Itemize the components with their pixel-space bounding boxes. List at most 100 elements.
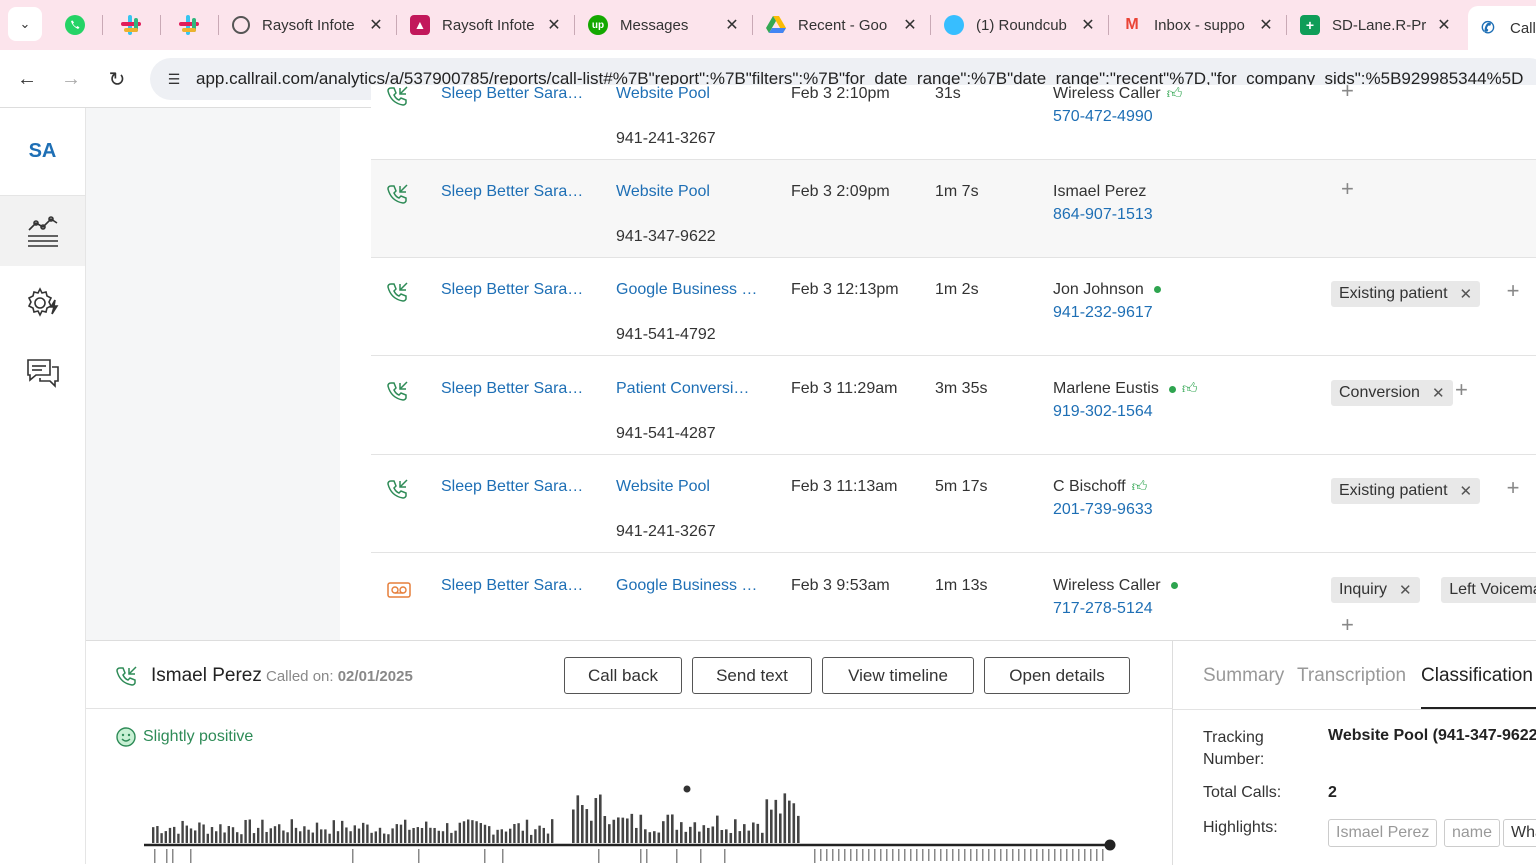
add-tag-button[interactable]: +: [1341, 176, 1354, 202]
add-tag-button[interactable]: +: [1341, 612, 1354, 638]
waveform-bar: [747, 830, 751, 843]
send-text-button[interactable]: Send text: [692, 657, 812, 694]
browser-tab[interactable]: + SD-Lane.R-Pr ✕: [1290, 6, 1458, 44]
open-details-button[interactable]: Open details: [984, 657, 1130, 694]
add-tag-button[interactable]: +: [1455, 377, 1468, 403]
waveform-bar: [689, 826, 692, 843]
company-link[interactable]: Sleep Better Sara…: [441, 478, 583, 496]
site-settings-icon[interactable]: ☰: [162, 67, 186, 91]
call-row[interactable]: Sleep Better Sara… Website Pool 941-347-96…: [371, 160, 1536, 258]
browser-tab-active[interactable]: ✆ Call: [1468, 6, 1536, 50]
close-tab-icon[interactable]: ✕: [544, 15, 564, 35]
add-tag-button[interactable]: +: [1341, 85, 1354, 104]
call-back-button[interactable]: Call back: [564, 657, 682, 694]
speaker-segment: [916, 849, 918, 861]
caller-phone-link[interactable]: 919-302-1564: [1053, 403, 1153, 421]
sidebar-item-messages[interactable]: [0, 338, 85, 408]
close-tab-icon[interactable]: ✕: [722, 15, 742, 35]
back-button[interactable]: ←: [10, 62, 44, 96]
company-link[interactable]: Sleep Better Sara…: [441, 577, 583, 595]
highlight-chip[interactable]: name: [1444, 819, 1501, 847]
tab-summary[interactable]: Summary: [1203, 665, 1284, 687]
browser-tab[interactable]: Raysoft Infote ✕: [222, 6, 390, 44]
sidebar-item-settings[interactable]: [0, 268, 85, 338]
browser-tab[interactable]: (1) Roundcub ✕: [934, 6, 1102, 44]
browser-tab-bar: ⌄ Raysoft Infote ✕ ▲ Raysoft Infote ✕ up…: [0, 0, 1536, 50]
speaker-segment: [676, 849, 678, 863]
remove-tag-icon[interactable]: ✕: [1399, 581, 1412, 599]
close-tab-icon[interactable]: ✕: [366, 15, 386, 35]
source-link[interactable]: Website Pool: [616, 183, 710, 201]
source-link[interactable]: Patient Conversi…: [616, 380, 749, 398]
speaker-segment: [418, 849, 420, 863]
remove-tag-icon[interactable]: ✕: [1460, 285, 1473, 303]
browser-tab[interactable]: M Inbox - suppo ✕: [1112, 6, 1280, 44]
tab-search-button[interactable]: ⌄: [8, 7, 42, 41]
add-tag-button[interactable]: +: [1507, 475, 1520, 501]
speaker-segment: [154, 849, 156, 863]
forward-button[interactable]: →: [54, 62, 88, 96]
call-row[interactable]: Sleep Better Sara… Patient Conversi… 941-5…: [371, 357, 1536, 455]
thumbs-up-icon: 👍︎: [1131, 478, 1148, 495]
waveform-bar: [657, 832, 661, 843]
caller-phone-link[interactable]: 941-232-9617: [1053, 304, 1153, 322]
highlight-chip[interactable]: Ismael Perez: [1328, 819, 1438, 847]
waveform-bar: [496, 829, 499, 843]
view-timeline-button[interactable]: View timeline: [822, 657, 974, 694]
source-link[interactable]: Website Pool: [616, 85, 710, 103]
account-logo[interactable]: SA: [0, 108, 85, 196]
speaker-segment: [1054, 849, 1056, 861]
company-link[interactable]: Sleep Better Sara…: [441, 183, 583, 201]
waveform-bar: [244, 819, 247, 843]
waveform-bar: [617, 817, 620, 843]
call-row[interactable]: Sleep Better Sara… Website Pool 941-241-32…: [371, 455, 1536, 553]
caller-phone-link[interactable]: 717-278-5124: [1053, 600, 1153, 618]
caller-phone-link[interactable]: 201-739-9633: [1053, 501, 1153, 519]
sidebar-item-analytics[interactable]: [0, 196, 85, 266]
waveform-bar: [743, 824, 746, 843]
company-link[interactable]: Sleep Better Sara…: [441, 281, 583, 299]
status-dot: [1170, 582, 1178, 590]
waveform-bar: [684, 831, 688, 843]
close-tab-icon[interactable]: ✕: [1434, 15, 1454, 35]
browser-tab[interactable]: Recent - Goo ✕: [756, 6, 924, 44]
close-tab-icon[interactable]: ✕: [1256, 15, 1276, 35]
callrail-icon: ✆: [1481, 20, 1495, 37]
pinned-tab-whatsapp[interactable]: [60, 10, 90, 40]
speaker-segment: [484, 849, 486, 863]
company-link[interactable]: Sleep Better Sara…: [441, 380, 583, 398]
smiley-icon: [116, 727, 136, 747]
call-row[interactable]: Sleep Better Sara… Google Business … 941-5…: [371, 258, 1536, 356]
call-row[interactable]: Sleep Better Sara… Website Pool 941-241-32…: [371, 85, 1536, 160]
tab-transcription[interactable]: Transcription: [1297, 665, 1406, 687]
company-link[interactable]: Sleep Better Sara…: [441, 85, 583, 103]
caller-name: Wireless Caller: [1053, 577, 1178, 595]
call-row[interactable]: Sleep Better Sara… Google Business … Feb 3…: [371, 554, 1536, 640]
close-tab-icon[interactable]: ✕: [900, 15, 920, 35]
slack-icon: [121, 15, 141, 35]
waveform-bar: [698, 831, 701, 843]
audio-waveform[interactable]: [144, 781, 1119, 865]
highlight-chip[interactable]: Wha: [1503, 819, 1536, 847]
source-link[interactable]: Website Pool: [616, 478, 710, 496]
remove-tag-icon[interactable]: ✕: [1432, 384, 1445, 402]
caller-phone-link[interactable]: 570-472-4990: [1053, 108, 1153, 126]
source-link[interactable]: Google Business …: [616, 281, 757, 299]
reload-button[interactable]: ↻: [100, 62, 134, 96]
inbound-call-icon: [387, 479, 408, 499]
caller-phone-link[interactable]: 864-907-1513: [1053, 206, 1153, 224]
speaker-segment: [940, 849, 942, 861]
tab-classification[interactable]: Classification: [1421, 665, 1533, 687]
browser-tab[interactable]: ▲ Raysoft Infote ✕: [400, 6, 568, 44]
remove-tag-icon[interactable]: ✕: [1460, 482, 1473, 500]
pinned-tab-slack-2[interactable]: [174, 10, 204, 40]
source-link[interactable]: Google Business …: [616, 577, 757, 595]
pinned-tab-slack-1[interactable]: [116, 10, 146, 40]
waveform-bar: [395, 824, 398, 843]
add-tag-button[interactable]: +: [1507, 278, 1520, 304]
speaker-segment: [640, 849, 642, 863]
speaker-segment: [1090, 849, 1092, 861]
close-tab-icon[interactable]: ✕: [1078, 15, 1098, 35]
waveform-bar: [164, 831, 167, 843]
browser-tab[interactable]: up Messages ✕: [578, 6, 746, 44]
